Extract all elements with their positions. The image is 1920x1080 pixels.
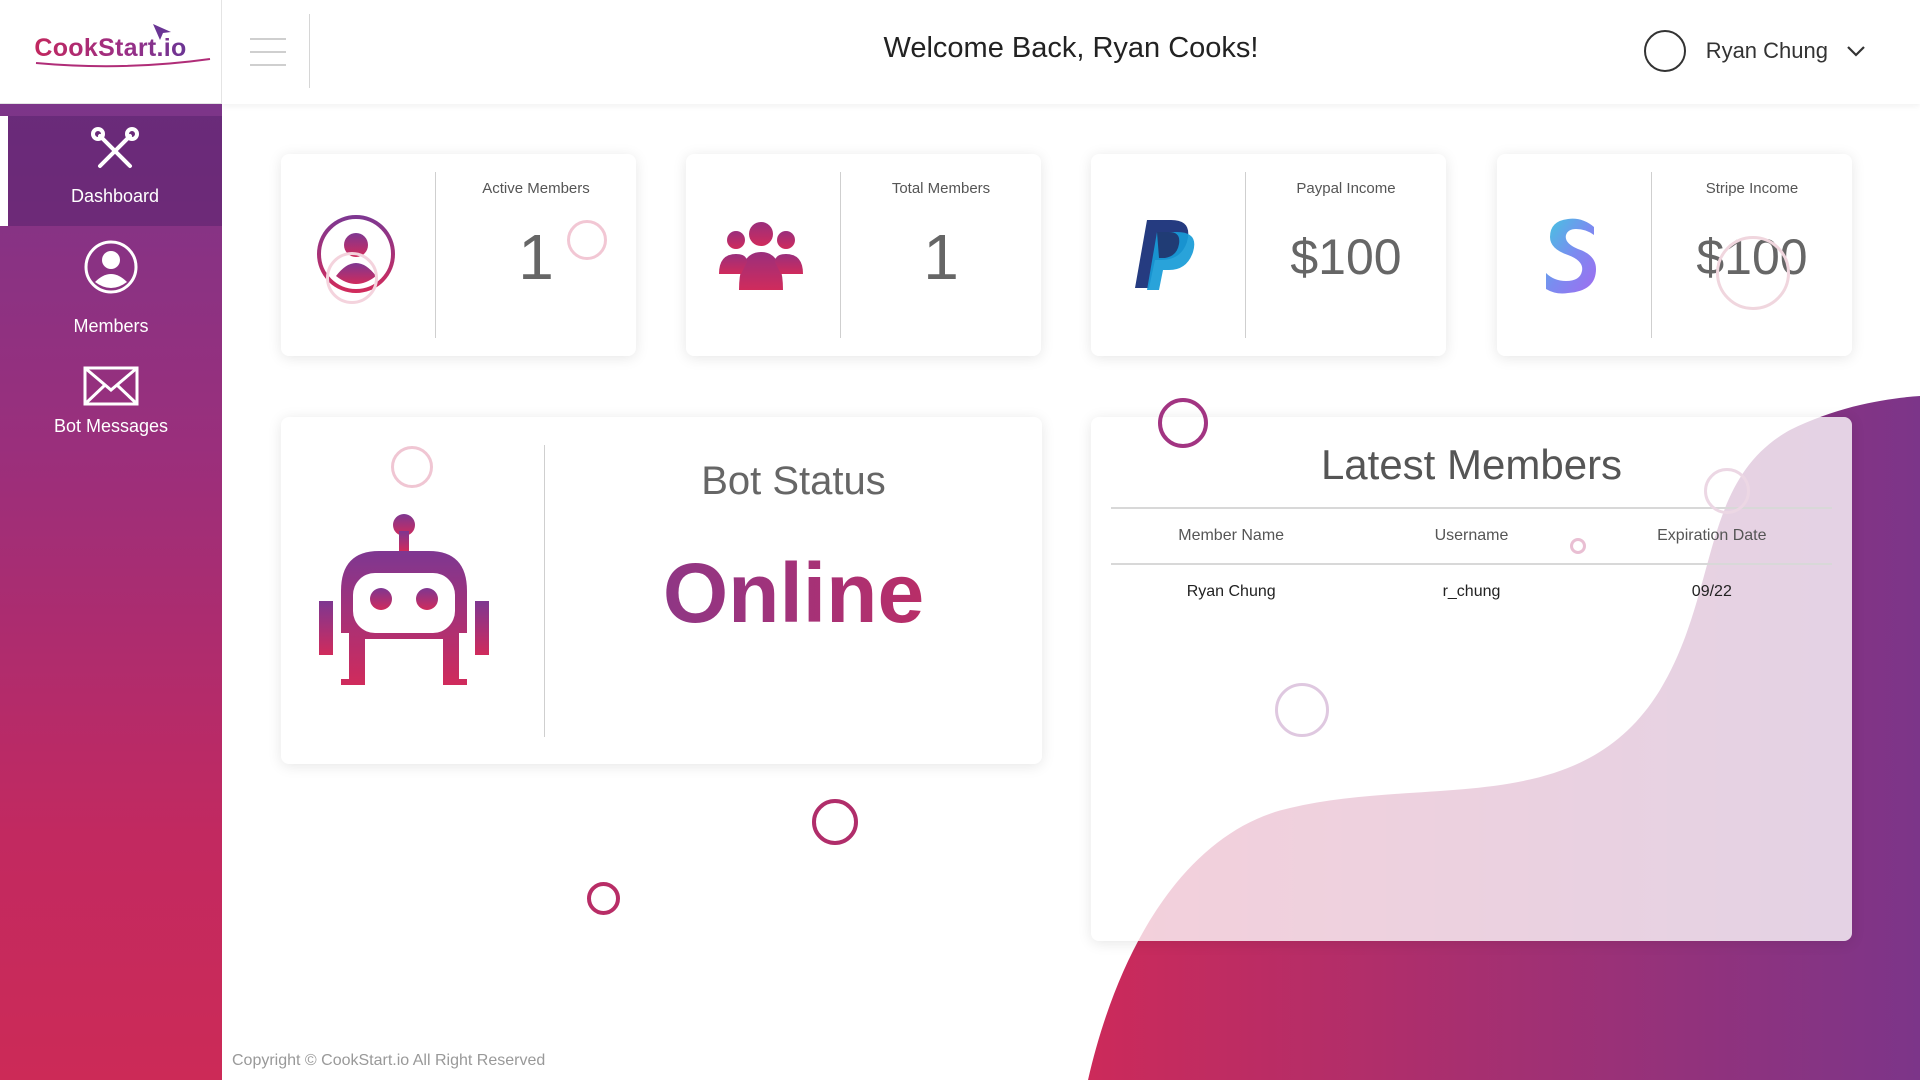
latest-members-card: Latest Members Member Name Username Expi… xyxy=(1091,417,1852,941)
side-nav: Dashboard Members Bot Messages xyxy=(0,104,222,1080)
stripe-icon xyxy=(1527,209,1617,299)
column-header-member-name[interactable]: Member Name xyxy=(1111,527,1351,545)
bot-status-value: Online xyxy=(545,545,1042,642)
sidebar-item-dashboard[interactable]: Dashboard xyxy=(0,116,222,226)
welcome-text: Welcome Back, Ryan Cooks! xyxy=(883,32,1259,64)
decorative-circle xyxy=(812,799,858,845)
chevron-down-icon[interactable] xyxy=(1846,45,1866,57)
footer-copyright: Copyright © CookStart.io All Right Reser… xyxy=(232,1052,546,1069)
sidebar-item-bot-messages[interactable]: Bot Messages xyxy=(0,366,222,456)
sidebar-item-members[interactable]: Members xyxy=(0,240,222,340)
stat-value: 1 xyxy=(518,221,554,293)
stat-label: Active Members xyxy=(482,180,590,197)
column-header-username[interactable]: Username xyxy=(1351,527,1591,545)
envelope-icon xyxy=(83,366,139,406)
expiration-date-cell: 09/22 xyxy=(1691,583,1732,600)
user-menu[interactable]: Ryan Chung xyxy=(1643,30,1866,72)
stat-card-stripe-income: Stripe Income $100 xyxy=(1497,154,1852,356)
table-row[interactable]: Ryan Chung r_chung 09/22 xyxy=(1111,565,1832,619)
rocket-icon xyxy=(152,24,171,40)
paypal-icon xyxy=(1121,209,1211,299)
stat-card-active-members: Active Members 1 xyxy=(281,154,636,356)
stat-label: Paypal Income xyxy=(1296,180,1396,197)
sidebar: CookStart.io Dashboard Members Bot Messa… xyxy=(0,0,222,1080)
sidebar-item-label: Dashboard xyxy=(70,186,160,206)
users-group-icon xyxy=(716,209,806,299)
stat-value: $100 xyxy=(1696,229,1808,285)
decorative-circle xyxy=(587,882,620,915)
tools-icon xyxy=(91,127,139,168)
stat-value: 1 xyxy=(923,221,959,293)
stat-card-total-members: Total Members 1 xyxy=(686,154,1041,356)
bot-status-title: Bot Status xyxy=(701,459,886,503)
bot-status-card: Bot Status Online xyxy=(281,417,1042,764)
user-circle-icon xyxy=(311,209,401,299)
stat-label: Stripe Income xyxy=(1705,180,1799,197)
avatar[interactable] xyxy=(1643,30,1686,72)
user-circle-icon xyxy=(84,240,138,294)
column-header-expiration-date[interactable]: Expiration Date xyxy=(1592,527,1832,545)
top-header: Welcome Back, Ryan Cooks! Ryan Chung xyxy=(222,0,1920,104)
latest-members-title: Latest Members xyxy=(1320,441,1623,488)
table-header: Member Name Username Expiration Date xyxy=(1111,507,1832,565)
user-name: Ryan Chung xyxy=(1705,38,1828,63)
stat-value: $100 xyxy=(1290,229,1402,285)
stat-label: Total Members xyxy=(891,180,991,197)
stat-card-paypal-income: Paypal Income $100 xyxy=(1091,154,1446,356)
members-table: Member Name Username Expiration Date Rya… xyxy=(1111,507,1832,619)
sidebar-item-label: Bot Messages xyxy=(53,416,169,436)
logo-swoosh-icon xyxy=(36,58,211,68)
robot-icon xyxy=(319,514,489,685)
sidebar-item-label: Members xyxy=(73,316,149,336)
logo[interactable]: CookStart.io xyxy=(0,0,222,104)
member-name-cell: Ryan Chung xyxy=(1186,583,1276,600)
username-cell: r_chung xyxy=(1442,583,1501,600)
